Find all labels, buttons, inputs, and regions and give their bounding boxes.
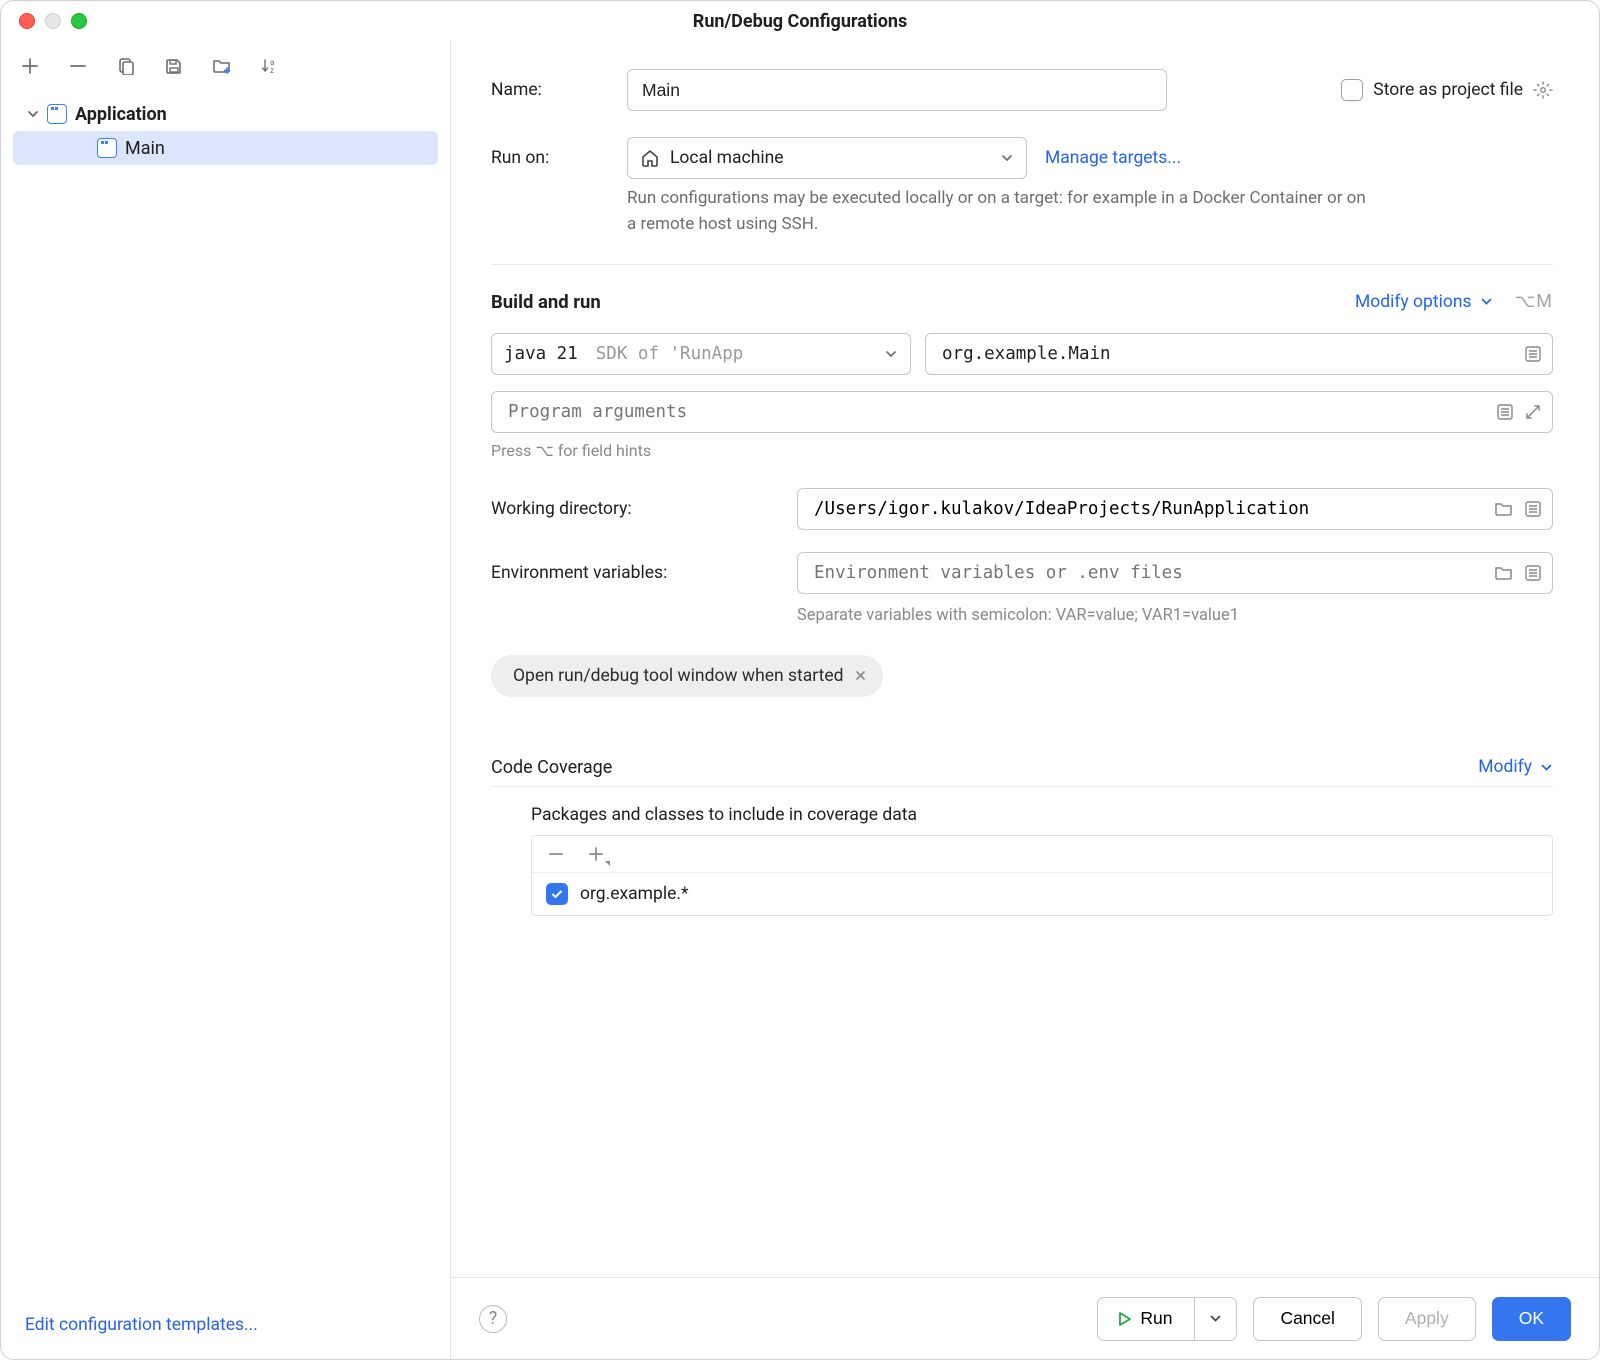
minimize-window-button[interactable] <box>45 13 61 29</box>
dialog-footer: ? Run Cancel Apply OK <box>451 1277 1599 1359</box>
jdk-name: java 21 <box>504 344 578 364</box>
sidebar: az Application Main Edit configuration t… <box>1 41 451 1359</box>
args-hint: Press ⌥ for field hints <box>491 441 1553 460</box>
list-icon[interactable] <box>1496 403 1514 421</box>
run-on-hint: Run configurations may be executed local… <box>627 185 1367 238</box>
working-dir-label: Working directory: <box>491 499 779 519</box>
ok-button[interactable]: OK <box>1492 1297 1571 1341</box>
tree-node-label: Application <box>75 104 167 125</box>
folder-icon[interactable] <box>1494 500 1514 518</box>
coverage-item[interactable]: org.example.* <box>532 873 1552 915</box>
titlebar: Run/Debug Configurations <box>1 1 1599 41</box>
apply-button[interactable]: Apply <box>1378 1297 1476 1341</box>
help-button[interactable]: ? <box>479 1305 507 1333</box>
folder-icon[interactable] <box>1494 564 1514 582</box>
zoom-window-button[interactable] <box>71 13 87 29</box>
run-button[interactable]: Run <box>1097 1297 1194 1341</box>
new-folder-button[interactable] <box>211 55 233 77</box>
chip-label: Open run/debug tool window when started <box>513 666 844 686</box>
chevron-down-icon <box>1540 761 1553 774</box>
store-as-project-file-checkbox[interactable] <box>1341 79 1363 101</box>
coverage-remove-button[interactable] <box>548 846 564 862</box>
run-button-label: Run <box>1140 1308 1172 1329</box>
sidebar-toolbar: az <box>1 41 450 91</box>
working-dir-field[interactable] <box>797 488 1553 530</box>
sidebar-footer: Edit configuration templates... <box>1 1295 450 1359</box>
main-class-field[interactable] <box>925 333 1553 375</box>
coverage-item-checkbox[interactable] <box>546 883 568 905</box>
name-label: Name: <box>491 80 609 100</box>
list-icon[interactable] <box>1524 500 1542 518</box>
name-input[interactable] <box>627 69 1167 111</box>
main-class-input[interactable] <box>940 343 1514 365</box>
list-icon[interactable] <box>1524 345 1542 363</box>
jdk-select[interactable]: java 21 SDK of 'RunApp <box>491 333 911 375</box>
gear-icon[interactable] <box>1533 80 1553 100</box>
home-icon <box>640 148 660 168</box>
expand-icon[interactable] <box>1524 403 1542 421</box>
coverage-modify-link[interactable]: Modify <box>1478 757 1532 777</box>
chevron-down-icon <box>1209 1312 1222 1325</box>
traffic-lights <box>19 13 87 29</box>
jdk-desc: SDK of 'RunApp <box>596 344 744 364</box>
tree-node-label: Main <box>125 138 165 159</box>
copy-config-button[interactable] <box>115 55 137 77</box>
run-on-select[interactable]: Local machine <box>627 137 1027 179</box>
code-coverage-title: Code Coverage <box>491 757 612 778</box>
chip-remove-icon[interactable] <box>854 669 867 682</box>
chevron-down-icon <box>27 108 39 120</box>
close-window-button[interactable] <box>19 13 35 29</box>
env-vars-input[interactable] <box>812 562 1484 584</box>
env-vars-hint: Separate variables with semicolon: VAR=v… <box>797 606 1553 625</box>
svg-text:z: z <box>270 66 274 75</box>
config-tree: Application Main <box>1 91 450 1295</box>
save-config-button[interactable] <box>163 55 185 77</box>
add-config-button[interactable] <box>19 55 41 77</box>
program-args-field[interactable] <box>491 391 1553 433</box>
working-dir-input[interactable] <box>812 498 1484 520</box>
run-debug-config-window: Run/Debug Configurations <box>0 0 1600 1360</box>
coverage-toolbar <box>532 836 1552 873</box>
edit-templates-link[interactable]: Edit configuration templates... <box>25 1315 258 1335</box>
open-tool-window-chip[interactable]: Open run/debug tool window when started <box>491 655 883 697</box>
play-icon <box>1116 1311 1132 1327</box>
list-icon[interactable] <box>1524 564 1542 582</box>
modify-options-link[interactable]: Modify options <box>1355 292 1472 312</box>
coverage-item-label: org.example.* <box>580 884 689 904</box>
chevron-down-icon <box>884 347 898 361</box>
main-panel: Name: Store as project file Run on: <box>451 41 1599 1359</box>
coverage-add-button[interactable] <box>588 846 604 862</box>
application-icon <box>47 104 67 124</box>
run-dropdown-button[interactable] <box>1194 1297 1237 1341</box>
build-and-run-title: Build and run <box>491 291 601 313</box>
application-icon <box>97 138 117 158</box>
cancel-button[interactable]: Cancel <box>1253 1297 1361 1341</box>
tree-node-main[interactable]: Main <box>13 131 438 165</box>
tree-node-application[interactable]: Application <box>1 97 450 131</box>
remove-config-button[interactable] <box>67 55 89 77</box>
sort-button[interactable]: az <box>259 55 281 77</box>
coverage-table: org.example.* <box>531 835 1553 916</box>
chevron-down-icon <box>1000 151 1014 165</box>
manage-targets-link[interactable]: Manage targets... <box>1045 148 1181 168</box>
coverage-subtitle: Packages and classes to include in cover… <box>531 805 1553 825</box>
chevron-down-icon <box>1480 295 1493 308</box>
window-title: Run/Debug Configurations <box>1 11 1599 32</box>
modify-options-shortcut: ⌥M <box>1515 291 1553 312</box>
store-as-project-file-label: Store as project file <box>1373 80 1523 100</box>
run-on-value: Local machine <box>670 148 784 168</box>
run-on-label: Run on: <box>491 148 609 168</box>
program-args-input[interactable] <box>506 401 1486 423</box>
env-vars-label: Environment variables: <box>491 563 779 583</box>
env-vars-field[interactable] <box>797 552 1553 594</box>
